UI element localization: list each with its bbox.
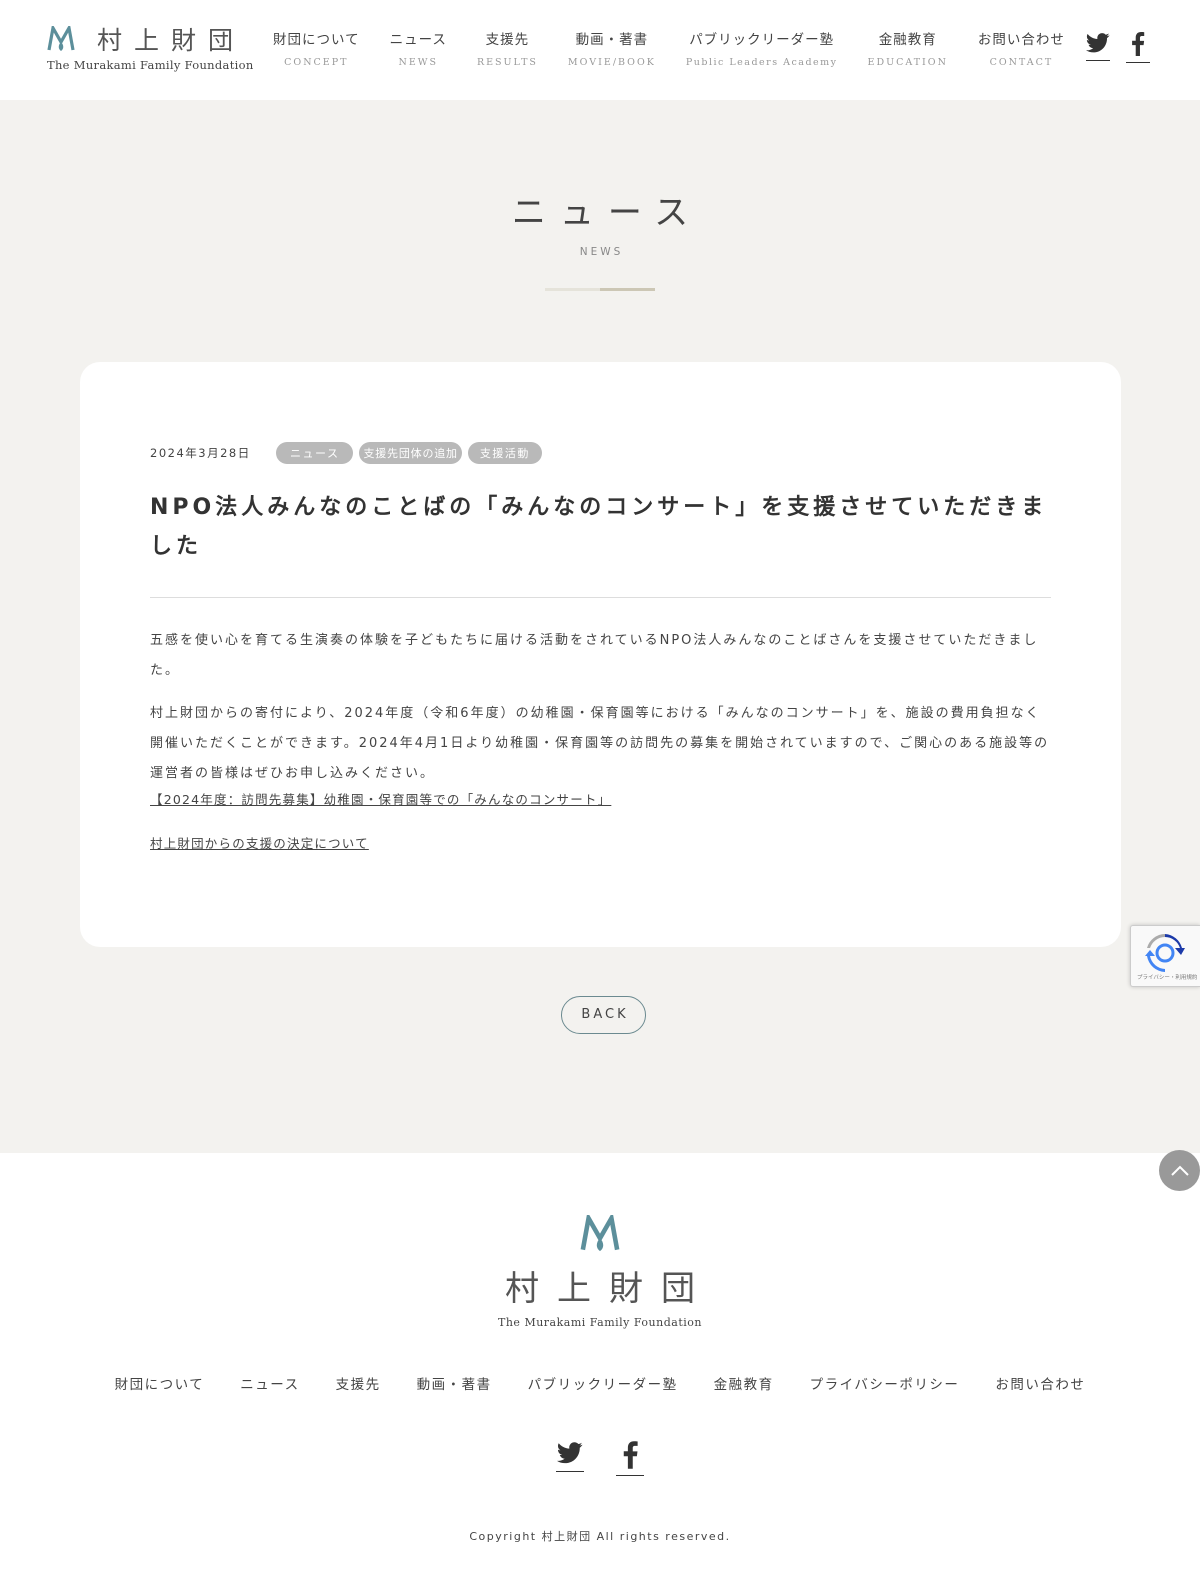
nav-label-ja: パブリックリーダー塾: [689, 32, 835, 48]
tag-new-supported-org[interactable]: 支援先団体の追加: [359, 442, 462, 464]
footer-logo-english: The Murakami Family Foundation: [498, 1316, 702, 1329]
nav-label-en: Public Leaders Academy: [685, 57, 838, 68]
nav-label-ja: 財団について: [273, 32, 360, 48]
nav-label-en: CONCEPT: [284, 57, 349, 68]
facebook-button[interactable]: [1126, 32, 1150, 66]
underline: [1086, 60, 1110, 61]
back-button[interactable]: BACK: [561, 996, 646, 1034]
underline: [1126, 62, 1150, 63]
nav-label-ja: お問い合わせ: [977, 32, 1065, 48]
footer-nav-education[interactable]: 金融教育: [714, 1373, 774, 1393]
page-title-ja: ニュース: [511, 193, 703, 233]
nav-label-en: RESULTS: [476, 57, 538, 68]
scroll-to-top-button[interactable]: [1159, 1150, 1200, 1191]
footer-nav-news[interactable]: ニュース: [240, 1373, 299, 1393]
facebook-icon: [1132, 32, 1145, 56]
footer-social-links: [556, 1441, 644, 1481]
recaptcha-icon: [1145, 934, 1185, 972]
tag-support-activity[interactable]: 支援活動: [467, 442, 542, 464]
article-card: 2024年3月28日 ニュース 支援先団体の追加 支援活動 NPO法人みんなのこ…: [80, 362, 1121, 947]
footer-logo[interactable]: 村上財団 The Murakami Family Foundation: [0, 1215, 1200, 1329]
footer-nav: 財団について ニュース 支援先 動画・著書 パブリックリーダー塾 金融教育 プラ…: [0, 1373, 1200, 1393]
underline: [616, 1475, 644, 1476]
recaptcha-badge[interactable]: プライバシー・利用規約: [1130, 925, 1200, 987]
concert-recruitment-link[interactable]: 【2024年度：訪問先募集】幼稚園・保育園等での「みんなのコンサート」: [150, 789, 1051, 811]
nav-label-en: NEWS: [398, 57, 439, 68]
nav-label-ja: 支援先: [485, 32, 530, 48]
title-underline: [545, 288, 655, 291]
footer-nav-movie-book[interactable]: 動画・著書: [417, 1373, 492, 1393]
article-paragraph: 五感を使い心を育てる生演奏の体験を子どもたちに届ける活動をされているNPO法人み…: [150, 633, 1039, 678]
nav-item-education[interactable]: 金融教育 EDUCATION: [853, 28, 963, 74]
underline: [556, 1471, 584, 1472]
footer-logo-kanji: 村上財団: [505, 1269, 713, 1309]
nav-label-en: CONTACT: [989, 57, 1054, 68]
article-body: 五感を使い心を育てる生演奏の体験を子どもたちに届ける活動をされているNPO法人み…: [150, 626, 1051, 855]
twitter-icon: [557, 1442, 583, 1464]
nav-item-results[interactable]: 支援先 RESULTS: [462, 28, 553, 74]
nav-item-concept[interactable]: 財団について CONCEPT: [258, 28, 375, 74]
nav-label-ja: ニュース: [389, 32, 447, 48]
twitter-button[interactable]: [556, 1441, 584, 1481]
article-paragraph: 村上財団からの寄付により、2024年度（令和6年度）の幼稚園・保育園等における「…: [150, 706, 1050, 781]
footer-nav-public-leaders-academy[interactable]: パブリックリーダー塾: [528, 1373, 678, 1393]
footer-nav-contact[interactable]: お問い合わせ: [995, 1373, 1085, 1393]
nav-label-ja: 動画・著書: [575, 32, 649, 48]
twitter-button[interactable]: [1086, 32, 1110, 66]
site-footer: 村上財団 The Murakami Family Foundation 財団につ…: [0, 1153, 1200, 1583]
nav-label-ja: 金融教育: [878, 32, 937, 48]
chevron-up-icon: [1170, 1165, 1189, 1176]
nav-item-news[interactable]: ニュース NEWS: [375, 28, 462, 74]
facebook-icon: [623, 1441, 638, 1469]
logo-english: The Murakami Family Foundation: [47, 58, 254, 72]
facebook-button[interactable]: [616, 1441, 644, 1481]
nav-item-contact[interactable]: お問い合わせ CONTACT: [963, 28, 1080, 74]
header-social-links: [1086, 32, 1150, 66]
site-logo[interactable]: 村上財団 The Murakami Family Foundation: [47, 22, 254, 72]
tag-news[interactable]: ニュース: [276, 442, 354, 464]
page-title: ニュース NEWS: [0, 185, 1200, 258]
nav-label-en: MOVIE/BOOK: [567, 57, 656, 68]
nav-label-en: EDUCATION: [867, 57, 948, 68]
site-header: 村上財団 The Murakami Family Foundation 財団につ…: [0, 0, 1200, 100]
logo-kanji: 村上財団: [97, 26, 246, 55]
footer-nav-results[interactable]: 支援先: [336, 1373, 381, 1393]
page-title-en: NEWS: [579, 246, 624, 258]
nav-item-public-leaders-academy[interactable]: パブリックリーダー塾 Public Leaders Academy: [671, 28, 853, 74]
article-date: 2024年3月28日: [150, 446, 251, 460]
footer-nav-privacy-policy[interactable]: プライバシーポリシー: [810, 1373, 960, 1393]
article-divider: [150, 597, 1051, 598]
article-meta: 2024年3月28日 ニュース 支援先団体の追加 支援活動: [150, 442, 548, 464]
support-decision-link[interactable]: 村上財団からの支援の決定について: [150, 833, 1051, 855]
main-nav: 財団について CONCEPT ニュース NEWS 支援先 RESULTS 動画・…: [258, 28, 1080, 74]
twitter-icon: [1086, 33, 1110, 53]
logo-m-icon: [47, 26, 75, 51]
logo-m-icon: [580, 1215, 620, 1252]
nav-item-movie-book[interactable]: 動画・著書 MOVIE/BOOK: [553, 28, 671, 74]
article-title: NPO法人みんなのことばの「みんなのコンサート」を支援させていただきました: [150, 495, 1048, 559]
copyright: Copyright 村上財団 All rights reserved.: [469, 1530, 731, 1543]
footer-nav-concept[interactable]: 財団について: [115, 1373, 205, 1393]
recaptcha-terms[interactable]: プライバシー・利用規約: [1137, 973, 1197, 981]
